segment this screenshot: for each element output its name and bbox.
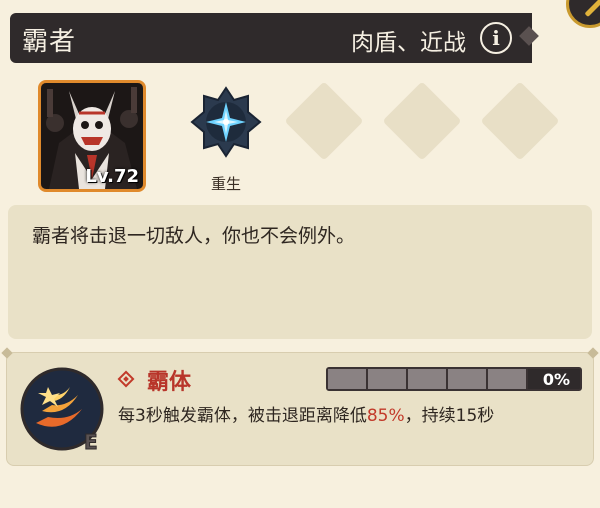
rebirth-star-icon[interactable]	[190, 86, 262, 158]
hero-name: 霸者	[22, 27, 77, 57]
progress-segment	[408, 369, 448, 389]
skill-description-text: 每3秒触发霸体，被击退距离降低	[118, 406, 367, 426]
info-icon[interactable]: i	[480, 22, 512, 54]
hero-portrait[interactable]: Lv.72	[38, 80, 146, 192]
skill-description-highlight: 85%	[366, 406, 405, 426]
corner-badge-icon[interactable]	[566, 0, 600, 28]
skill-icon[interactable]: E	[18, 365, 108, 455]
panel-corner-decoration	[1, 347, 13, 359]
panel-corner-decoration	[587, 347, 599, 359]
hero-roles: 肉盾、近战	[351, 30, 466, 56]
progress-segment	[328, 369, 368, 389]
progress-segment	[368, 369, 408, 389]
skill-description: 每3秒触发霸体，被击退距离降低85%，持续15秒	[118, 404, 578, 428]
empty-slot[interactable]	[480, 81, 560, 161]
skill-name: 霸体	[147, 370, 192, 395]
skill-progress-bar: 0%	[326, 367, 582, 391]
empty-slot[interactable]	[284, 81, 364, 161]
progress-percent: 0%	[542, 370, 570, 389]
hero-description-text: 霸者将击退一切敌人，你也不会例外。	[32, 225, 356, 247]
empty-slot[interactable]	[382, 81, 462, 161]
progress-segment	[488, 369, 528, 389]
hero-description-panel: 霸者将击退一切敌人，你也不会例外。	[8, 205, 592, 339]
skill-slot-letter: E	[84, 430, 98, 454]
hero-header-bar: 霸者 肉盾、近战 i	[10, 13, 532, 63]
rebirth-label: 重生	[210, 175, 241, 193]
info-icon-label: i	[492, 26, 500, 50]
hero-level: Lv.72	[85, 166, 139, 187]
skill-description-text-end: ，持续15秒	[404, 406, 495, 426]
progress-segment	[448, 369, 488, 389]
